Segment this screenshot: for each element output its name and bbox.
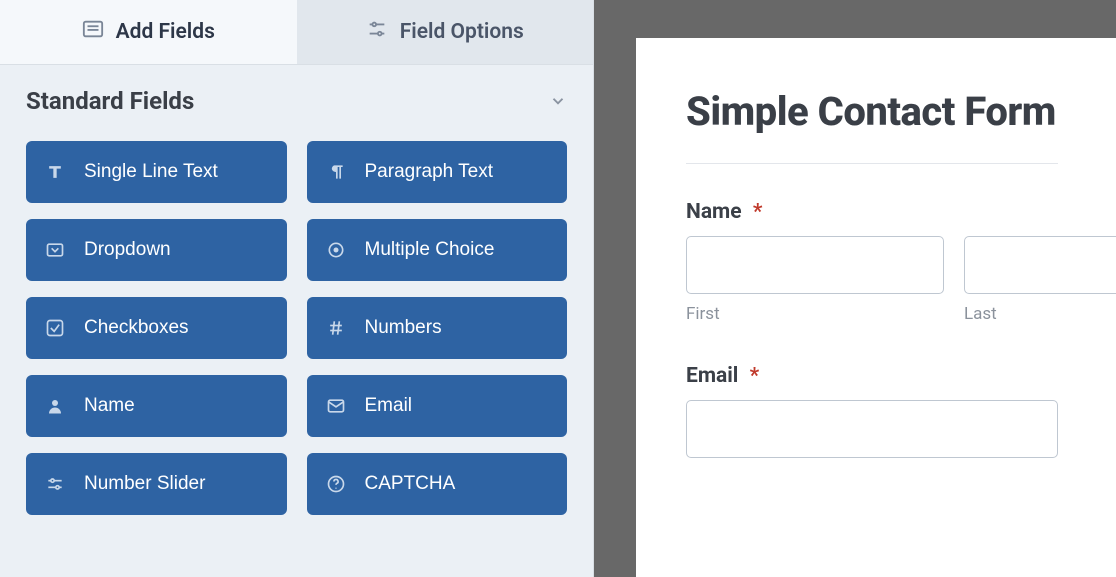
sidebar: Add Fields Field Options Standard Fields… — [0, 0, 594, 577]
field-email[interactable]: Email — [307, 375, 568, 437]
section-header-standard[interactable]: Standard Fields — [0, 65, 593, 125]
field-paragraph-text[interactable]: Paragraph Text — [307, 141, 568, 203]
question-circle-icon — [325, 473, 347, 495]
envelope-icon — [325, 395, 347, 417]
field-label: Dropdown — [84, 239, 171, 261]
form-canvas: Simple Contact Form Name * First Last — [594, 0, 1116, 577]
paragraph-icon — [325, 161, 347, 183]
form-preview: Simple Contact Form Name * First Last — [636, 38, 1116, 577]
name-row: First Last — [686, 236, 1058, 324]
field-single-line-text[interactable]: Single Line Text — [26, 141, 287, 203]
field-grid: Single Line Text Paragraph Text Dropdown… — [0, 125, 593, 539]
field-captcha[interactable]: CAPTCHA — [307, 453, 568, 515]
divider — [686, 163, 1058, 164]
sliders-icon — [44, 473, 66, 495]
email-input[interactable] — [686, 400, 1058, 458]
form-field-name[interactable]: Name * First Last — [686, 200, 1058, 324]
field-label: Checkboxes — [84, 317, 189, 339]
tab-add-fields-label: Add Fields — [116, 20, 215, 44]
sliders-icon — [366, 18, 388, 46]
field-dropdown[interactable]: Dropdown — [26, 219, 287, 281]
name-label: Name * — [686, 200, 1058, 224]
field-label: Numbers — [365, 317, 442, 339]
last-name-col: Last — [964, 236, 1116, 324]
field-name[interactable]: Name — [26, 375, 287, 437]
form-title: Simple Contact Form — [686, 88, 1058, 135]
radio-icon — [325, 239, 347, 261]
tab-add-fields[interactable]: Add Fields — [0, 0, 297, 64]
field-multiple-choice[interactable]: Multiple Choice — [307, 219, 568, 281]
last-name-input[interactable] — [964, 236, 1116, 294]
field-label: Paragraph Text — [365, 161, 494, 183]
app-root: Add Fields Field Options Standard Fields… — [0, 0, 1116, 577]
field-number-slider[interactable]: Number Slider — [26, 453, 287, 515]
email-label-text: Email — [686, 364, 738, 388]
field-label: Multiple Choice — [365, 239, 495, 261]
chevron-down-icon — [549, 92, 567, 110]
user-icon — [44, 395, 66, 417]
field-label: Name — [84, 395, 135, 417]
tab-field-options-label: Field Options — [400, 20, 524, 44]
last-sublabel: Last — [964, 304, 1116, 324]
dropdown-icon — [44, 239, 66, 261]
field-label: Single Line Text — [84, 161, 218, 183]
field-checkboxes[interactable]: Checkboxes — [26, 297, 287, 359]
text-cursor-icon — [44, 161, 66, 183]
field-numbers[interactable]: Numbers — [307, 297, 568, 359]
required-asterisk: * — [750, 364, 760, 388]
section-title-standard: Standard Fields — [26, 87, 194, 115]
tab-field-options[interactable]: Field Options — [297, 0, 594, 64]
form-fields-icon — [82, 18, 104, 46]
first-name-input[interactable] — [686, 236, 944, 294]
form-field-email[interactable]: Email * — [686, 364, 1058, 458]
hash-icon — [325, 317, 347, 339]
field-label: Email — [365, 395, 413, 417]
name-label-text: Name — [686, 200, 742, 224]
tabs: Add Fields Field Options — [0, 0, 593, 65]
email-label: Email * — [686, 364, 1058, 388]
first-name-col: First — [686, 236, 944, 324]
field-label: Number Slider — [84, 473, 205, 495]
checkbox-icon — [44, 317, 66, 339]
required-asterisk: * — [753, 200, 763, 224]
first-sublabel: First — [686, 304, 944, 324]
field-label: CAPTCHA — [365, 473, 456, 495]
